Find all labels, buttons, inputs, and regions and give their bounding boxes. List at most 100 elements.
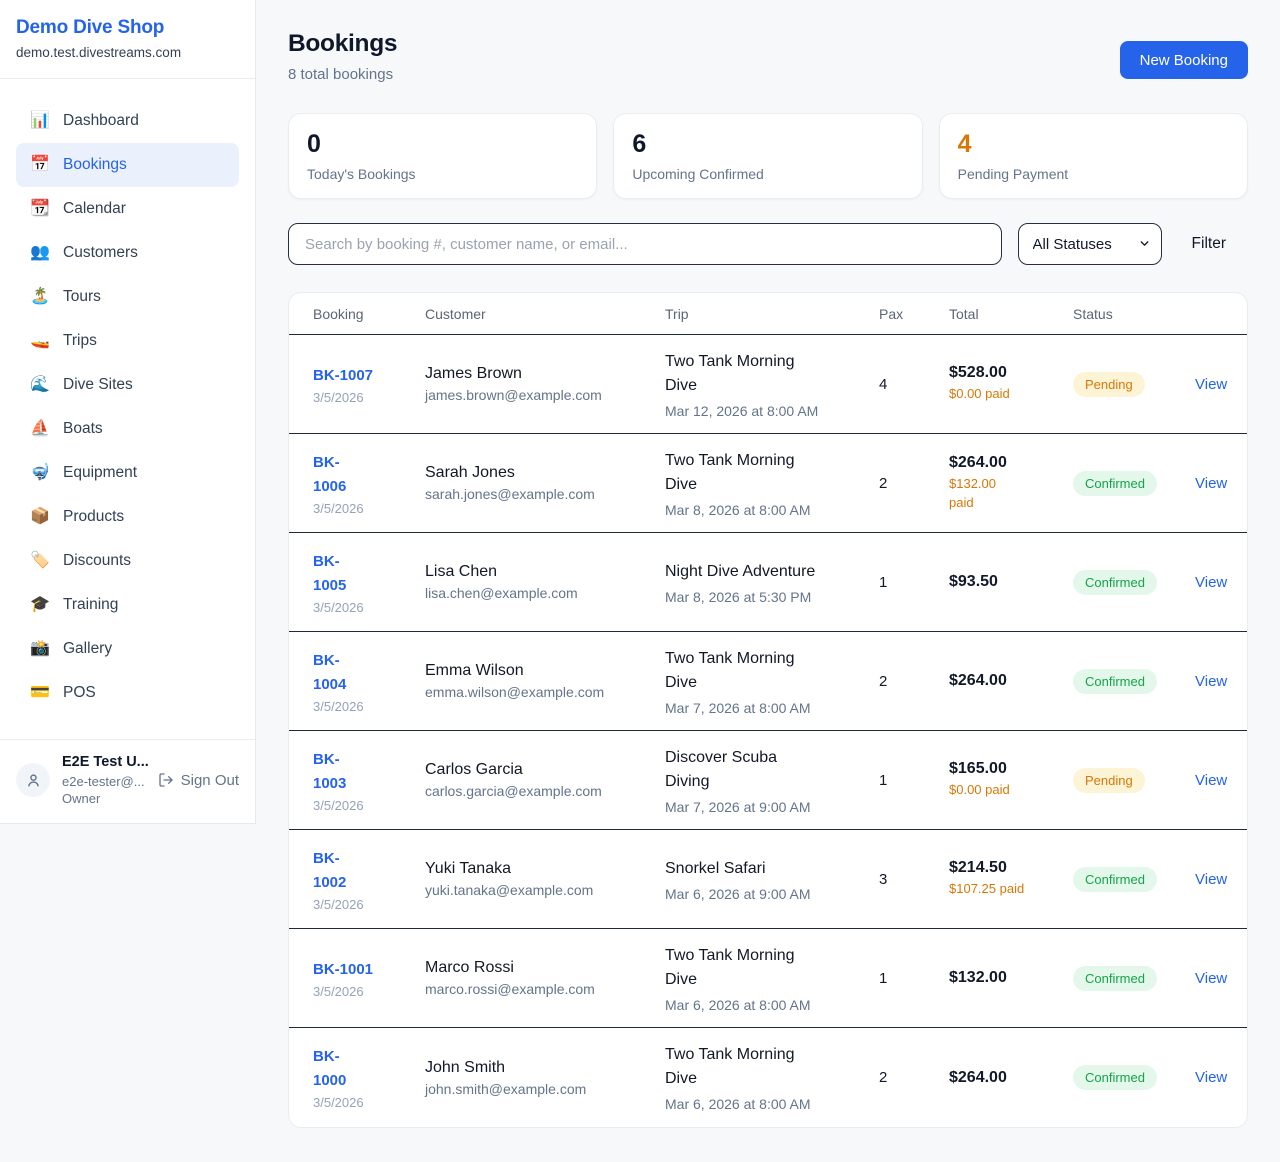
customer-cell: Sarah Jones sarah.jones@example.com [425,464,665,502]
customer-cell: Emma Wilson emma.wilson@example.com [425,662,665,700]
table-header-row: Booking Customer Trip Pax Total Status [289,293,1247,335]
search-input[interactable] [288,223,1002,265]
booking-id-link[interactable]: BK-1001 [313,958,425,982]
table-row: BK- 1004 3/5/2026 Emma Wilson emma.wilso… [289,632,1247,731]
view-link[interactable]: View [1195,574,1225,591]
sidebar-item-dive-sites[interactable]: 🌊 Dive Sites [16,363,239,407]
customer-cell: Lisa Chen lisa.chen@example.com [425,563,665,601]
trip-time: Mar 7, 2026 at 9:00 AM [665,799,879,815]
customer-email: yuki.tanaka@example.com [425,882,665,898]
view-link[interactable]: View [1195,673,1225,690]
sidebar-item-equipment[interactable]: 🤿 Equipment [16,451,239,495]
column-header-status: Status [1073,306,1195,322]
table-row: BK-1007 3/5/2026 James Brown james.brown… [289,335,1247,434]
trip-name: Snorkel Safari [665,857,879,881]
sidebar-item-calendar[interactable]: 📆 Calendar [16,187,239,231]
sidebar-item-label: Products [63,508,124,526]
trip-time: Mar 8, 2026 at 5:30 PM [665,589,879,605]
view-link[interactable]: View [1195,475,1225,492]
sidebar-item-pos[interactable]: 💳 POS [16,671,239,715]
customer-name: Marco Rossi [425,959,665,977]
table-row: BK- 1000 3/5/2026 John Smith john.smith@… [289,1028,1247,1127]
sidebar-item-label: Tours [63,288,101,306]
trip-cell: Two Tank Morning Dive Mar 8, 2026 at 8:0… [665,449,879,518]
status-select-wrap: All Statuses [1018,223,1162,265]
sidebar-item-dashboard[interactable]: 📊 Dashboard [16,99,239,143]
stat-label: Today's Bookings [307,166,578,182]
page-title: Bookings [288,30,397,58]
pax-cell: 3 [879,871,949,888]
sidebar-item-customers[interactable]: 👥 Customers [16,231,239,275]
sidebar-item-discounts[interactable]: 🏷️ Discounts [16,539,239,583]
stat-label: Upcoming Confirmed [632,166,903,182]
total-amount: $264.00 [949,1069,1073,1087]
status-badge: Confirmed [1073,669,1157,694]
customer-email: lisa.chen@example.com [425,585,665,601]
trip-name: Two Tank Morning Dive [665,449,879,497]
booking-id-link[interactable]: BK- 1003 [313,748,425,796]
booking-date: 3/5/2026 [313,984,425,999]
trip-time: Mar 8, 2026 at 8:00 AM [665,502,879,518]
booking-cell: BK- 1005 3/5/2026 [313,550,425,615]
sidebar-item-gallery[interactable]: 📸 Gallery [16,627,239,671]
paid-amount: $107.25 paid [949,880,1073,899]
view-link[interactable]: View [1195,1069,1225,1086]
main-content: Bookings 8 total bookings New Booking 0 … [256,0,1280,1160]
sidebar-item-label: Customers [63,244,138,262]
customer-name: Sarah Jones [425,464,665,482]
status-badge: Pending [1073,372,1145,397]
total-amount: $214.50 [949,859,1073,877]
booking-cell: BK- 1006 3/5/2026 [313,451,425,516]
booking-id-link[interactable]: BK- 1000 [313,1045,425,1093]
view-link[interactable]: View [1195,376,1225,393]
pax-cell: 1 [879,772,949,789]
bar-chart-icon: 📊 [30,113,50,129]
table-row: BK- 1002 3/5/2026 Yuki Tanaka yuki.tanak… [289,830,1247,929]
trip-name: Discover Scuba Diving [665,746,879,794]
customer-email: james.brown@example.com [425,387,665,403]
sidebar-item-label: Boats [63,420,103,438]
sidebar-item-products[interactable]: 📦 Products [16,495,239,539]
booking-cell: BK-1007 3/5/2026 [313,364,425,405]
booking-id-link[interactable]: BK-1007 [313,364,425,388]
sidebar-item-trips[interactable]: 🚤 Trips [16,319,239,363]
status-cell: Confirmed [1073,669,1195,694]
sign-out-label: Sign Out [181,772,239,789]
booking-id-link[interactable]: BK- 1006 [313,451,425,499]
stat-card: 0 Today's Bookings [288,113,597,199]
table-row: BK- 1003 3/5/2026 Carlos Garcia carlos.g… [289,731,1247,830]
customer-email: carlos.garcia@example.com [425,783,665,799]
pax-cell: 2 [879,475,949,492]
view-link[interactable]: View [1195,871,1225,888]
pax-cell: 1 [879,574,949,591]
booking-date: 3/5/2026 [313,798,425,813]
trip-cell: Two Tank Morning Dive Mar 6, 2026 at 8:0… [665,1043,879,1112]
status-cell: Confirmed [1073,966,1195,991]
total-amount: $264.00 [949,454,1073,472]
view-link[interactable]: View [1195,772,1225,789]
sign-out-button[interactable]: Sign Out [158,772,239,789]
trip-cell: Two Tank Morning Dive Mar 12, 2026 at 8:… [665,350,879,419]
sidebar-item-boats[interactable]: ⛵ Boats [16,407,239,451]
paid-amount: $132.00 paid [949,475,1073,513]
brand-domain: demo.test.divestreams.com [16,45,239,60]
booking-cell: BK- 1003 3/5/2026 [313,748,425,813]
sidebar-item-tours[interactable]: 🏝️ Tours [16,275,239,319]
graduation-cap-icon: 🎓 [30,597,50,613]
customer-name: Lisa Chen [425,563,665,581]
sidebar-item-training[interactable]: 🎓 Training [16,583,239,627]
sidebar-item-bookings[interactable]: 📅 Bookings [16,143,239,187]
booking-id-link[interactable]: BK- 1004 [313,649,425,697]
new-booking-button[interactable]: New Booking [1120,41,1248,79]
customer-cell: James Brown james.brown@example.com [425,365,665,403]
trip-cell: Snorkel Safari Mar 6, 2026 at 9:00 AM [665,857,879,902]
booking-id-link[interactable]: BK- 1005 [313,550,425,598]
customer-cell: Yuki Tanaka yuki.tanaka@example.com [425,860,665,898]
filter-button[interactable]: Filter [1178,235,1248,253]
total-cell: $165.00 $0.00 paid [949,760,1073,800]
booking-date: 3/5/2026 [313,501,425,516]
status-select[interactable]: All Statuses [1018,223,1162,265]
booking-id-link[interactable]: BK- 1002 [313,847,425,895]
credit-card-icon: 💳 [30,685,50,701]
view-link[interactable]: View [1195,970,1225,987]
